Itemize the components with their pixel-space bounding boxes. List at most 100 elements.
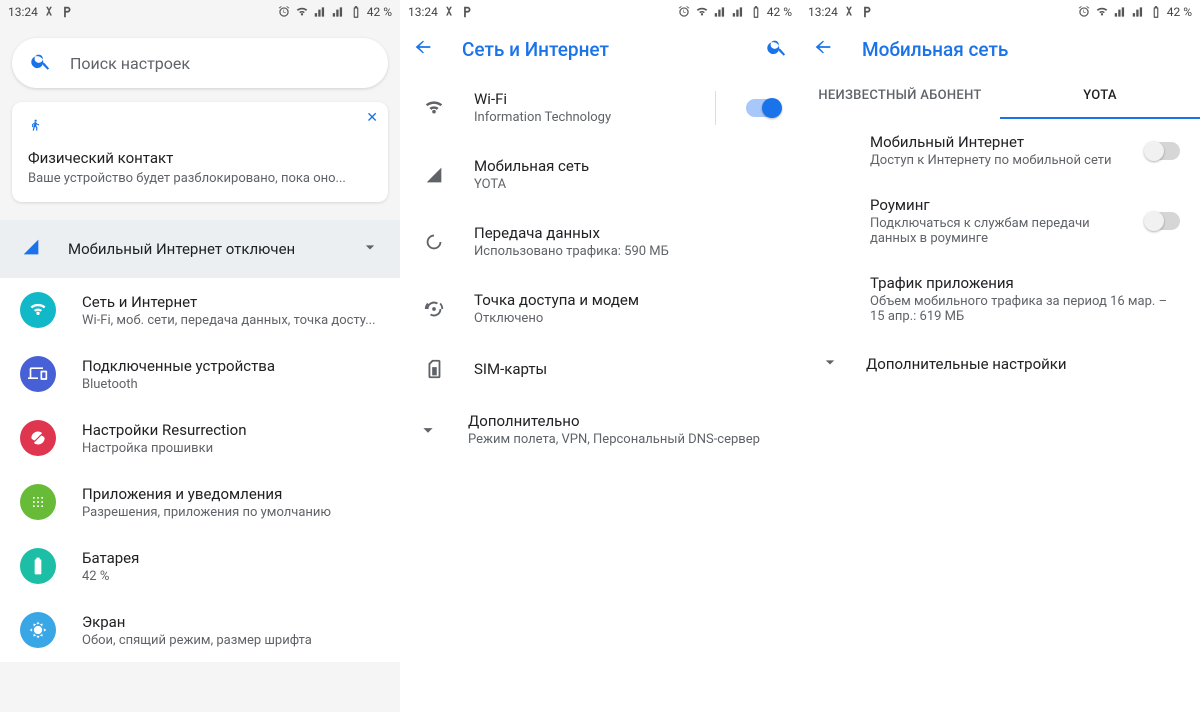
divider — [715, 91, 716, 125]
item-title: Батарея — [82, 549, 380, 567]
close-icon[interactable]: ✕ — [366, 110, 378, 126]
row-title: Передача данных — [474, 224, 780, 242]
row-title: Трафик приложения — [870, 274, 1180, 292]
rr-icon — [20, 420, 56, 456]
item-subtitle: Bluetooth — [82, 377, 380, 392]
status-p-icon — [860, 5, 874, 19]
row-title: Дополнительно — [468, 412, 780, 430]
signal-icon — [713, 5, 727, 19]
hotspot-icon — [420, 298, 448, 320]
settings-list: Сеть и Интернет Wi-Fi, моб. сети, переда… — [0, 278, 400, 662]
banner-title: Мобильный Интернет отключен — [68, 240, 334, 258]
status-app-icon — [842, 5, 856, 19]
row-subtitle: Подключаться к службам передачи данных в… — [870, 216, 1132, 246]
suggestion-card[interactable]: ✕ Физический контакт Ваше устройство буд… — [12, 102, 388, 202]
row-wifi[interactable]: Wi-Fi Information Technology — [400, 74, 800, 141]
status-bar: 13:24 42 % — [400, 0, 800, 24]
item-title: Приложения и уведомления — [82, 485, 380, 503]
row-advanced-settings[interactable]: Дополнительные настройки — [800, 338, 1200, 390]
data-icon — [420, 231, 448, 253]
status-time: 13:24 — [808, 5, 838, 19]
item-display[interactable]: Экран Обои, спящий режим, размер шрифта — [0, 598, 400, 662]
mobile-data-off-banner[interactable]: Мобильный Интернет отключен — [0, 220, 400, 278]
item-battery[interactable]: Батарея 42 % — [0, 534, 400, 598]
roaming-toggle[interactable] — [1146, 212, 1180, 230]
item-network[interactable]: Сеть и Интернет Wi-Fi, моб. сети, переда… — [0, 278, 400, 342]
row-advanced[interactable]: Дополнительно Режим полета, VPN, Персона… — [400, 396, 800, 463]
appbar-title: Сеть и Интернет — [462, 38, 738, 61]
sim-icon — [420, 358, 448, 380]
mobile-internet-toggle[interactable] — [1146, 142, 1180, 160]
tab-unknown[interactable]: НЕИЗВЕСТНЫЙ АБОНЕНТ — [800, 74, 1000, 119]
wifi-icon — [1095, 5, 1109, 19]
appbar: Сеть и Интернет — [400, 24, 800, 74]
display-icon — [20, 612, 56, 648]
row-title: Мобильная сеть — [474, 157, 780, 175]
card-title: Физический контакт — [28, 149, 372, 167]
status-time: 13:24 — [408, 5, 438, 19]
walk-icon — [28, 119, 42, 133]
status-p-icon — [60, 5, 74, 19]
battery-icon — [749, 5, 763, 19]
status-battery: 42 % — [767, 5, 792, 19]
row-subtitle: Отключено — [474, 311, 780, 326]
tab-yota[interactable]: YOTA — [1000, 74, 1200, 119]
row-subtitle: Объем мобильного трафика за период 16 ма… — [870, 294, 1180, 324]
row-data-usage[interactable]: Передача данных Использовано трафика: 59… — [400, 208, 800, 275]
item-title: Подключенные устройства — [82, 357, 380, 375]
back-button[interactable] — [412, 36, 434, 62]
chevron-down-icon — [360, 237, 380, 261]
item-connected-devices[interactable]: Подключенные устройства Bluetooth — [0, 342, 400, 406]
row-sim-cards[interactable]: SIM-карты — [400, 342, 800, 396]
signal-icon — [1113, 5, 1127, 19]
item-title: Экран — [82, 613, 380, 631]
item-subtitle: Разрешения, приложения по умолчанию — [82, 505, 380, 520]
item-title: Настройки Resurrection — [82, 421, 380, 439]
status-app-icon — [442, 5, 456, 19]
cell-off-icon — [20, 236, 42, 262]
row-roaming[interactable]: Роуминг Подключаться к службам передачи … — [800, 182, 1200, 260]
status-bar: 13:24 42 % — [0, 0, 400, 24]
signal-icon-2 — [331, 5, 345, 19]
apps-icon — [20, 484, 56, 520]
row-title: Wi-Fi — [474, 90, 685, 108]
row-subtitle: Доступ к Интернету по мобильной сети — [870, 153, 1132, 168]
back-button[interactable] — [812, 36, 834, 62]
status-time: 13:24 — [8, 5, 38, 19]
status-p-icon — [460, 5, 474, 19]
wifi-icon — [420, 97, 448, 119]
row-title: Дополнительные настройки — [866, 355, 1067, 373]
alarm-icon — [677, 5, 691, 19]
status-battery: 42 % — [1167, 5, 1192, 19]
appbar: Мобильная сеть — [800, 24, 1200, 74]
cell-icon — [420, 164, 448, 186]
search-placeholder: Поиск настроек — [70, 54, 190, 73]
row-subtitle: Режим полета, VPN, Персональный DNS-серв… — [468, 432, 780, 447]
item-subtitle: Wi-Fi, моб. сети, передача данных, точка… — [82, 313, 380, 328]
signal-icon — [313, 5, 327, 19]
status-bar: 13:24 42 % — [800, 0, 1200, 24]
card-subtitle: Ваше устройство будет разблокировано, по… — [28, 171, 372, 186]
search-settings[interactable]: Поиск настроек — [12, 38, 388, 88]
row-title: Точка доступа и модем — [474, 291, 780, 309]
wifi-icon — [295, 5, 309, 19]
wifi-icon — [695, 5, 709, 19]
alarm-icon — [1077, 5, 1091, 19]
row-app-traffic[interactable]: Трафик приложения Объем мобильного трафи… — [800, 260, 1200, 338]
row-title: Мобильный Интернет — [870, 133, 1132, 151]
item-subtitle: Обои, спящий режим, размер шрифта — [82, 633, 380, 648]
item-resurrection[interactable]: Настройки Resurrection Настройка прошивк… — [0, 406, 400, 470]
row-subtitle: Использовано трафика: 590 МБ — [474, 244, 780, 259]
row-hotspot[interactable]: Точка доступа и модем Отключено — [400, 275, 800, 342]
signal-icon-2 — [1131, 5, 1145, 19]
row-mobile-network[interactable]: Мобильная сеть YOTA — [400, 141, 800, 208]
item-apps[interactable]: Приложения и уведомления Разрешения, при… — [0, 470, 400, 534]
row-mobile-internet[interactable]: Мобильный Интернет Доступ к Интернету по… — [800, 119, 1200, 182]
row-title: SIM-карты — [474, 360, 780, 378]
devices-icon — [20, 356, 56, 392]
search-button[interactable] — [766, 36, 788, 62]
wifi-toggle[interactable] — [746, 99, 780, 117]
sim-tabs: НЕИЗВЕСТНЫЙ АБОНЕНТ YOTA — [800, 74, 1200, 119]
chevron-down-icon — [414, 419, 442, 441]
chevron-down-icon — [820, 352, 840, 376]
